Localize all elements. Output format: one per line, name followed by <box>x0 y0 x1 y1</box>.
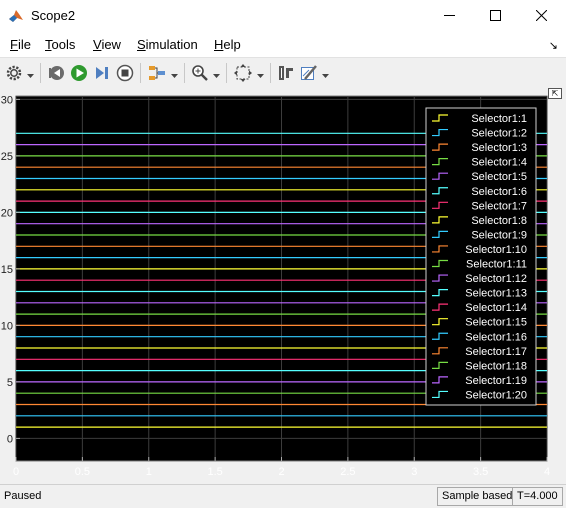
legend-entry-label: Selector1:16 <box>465 331 527 343</box>
legend-entry-label: Selector1:6 <box>471 186 527 198</box>
status-bar: Paused Sample based T=4.000 <box>0 484 566 508</box>
triggers-dropdown-chevron-down-icon[interactable] <box>171 68 178 78</box>
legend-entry-label: Selector1:11 <box>466 259 527 271</box>
x-tick-label: 3 <box>411 466 417 478</box>
window-title: Scope2 <box>31 8 76 23</box>
legend-entry-label: Selector1:3 <box>471 142 527 154</box>
settings-gear-icon[interactable] <box>5 64 23 82</box>
menu-simulation[interactable]: Simulation <box>137 37 198 52</box>
legend-entry-label: Selector1:15 <box>465 317 527 329</box>
run-icon[interactable] <box>70 64 88 82</box>
x-tick-label: 4 <box>544 466 550 478</box>
legend-entry-label: Selector1:5 <box>471 171 527 183</box>
signal-triggers-icon[interactable] <box>148 64 166 82</box>
menu-file-mnemonic: F <box>10 37 18 52</box>
legend-entry-label: Selector1:18 <box>465 360 527 372</box>
sample-mode-indicator: Sample based <box>437 487 518 506</box>
x-tick-label: 2.5 <box>340 466 355 478</box>
legend-entry-label: Selector1:20 <box>465 389 527 401</box>
legend-entry-label: Selector1:8 <box>471 215 527 227</box>
minimize-button[interactable] <box>426 0 472 33</box>
legend-entry-label: Selector1:1 <box>471 113 527 125</box>
matlab-logo-icon <box>8 8 24 24</box>
maximize-icon <box>489 9 501 24</box>
y-tick-label: 25 <box>1 151 13 163</box>
zoom-dropdown-chevron-down-icon[interactable] <box>213 68 220 78</box>
close-button[interactable] <box>518 0 564 33</box>
title-bar: Scope2 <box>0 0 566 33</box>
step-back-icon[interactable] <box>47 64 65 82</box>
menu-help-label: elp <box>223 37 241 52</box>
undock-arrow-icon[interactable]: ↘ <box>549 39 558 52</box>
toolbar <box>0 57 566 89</box>
x-tick-label: 3.5 <box>473 466 488 478</box>
scope-display: 0 0.5 1 1.5 2 2.5 3 3.5 4 0 5 10 15 20 25 30 Selector1:… <box>0 88 566 484</box>
x-tick-label: 1.5 <box>207 466 222 478</box>
menu-tools-label: ools <box>51 37 76 52</box>
toolbar-divider <box>140 63 141 83</box>
scope-plot[interactable]: 0 0.5 1 1.5 2 2.5 3 3.5 4 0 5 10 15 20 25 30 Selector1:… <box>0 88 566 484</box>
x-tick-label: 0.5 <box>75 466 90 478</box>
menu-file[interactable]: File <box>10 37 31 52</box>
menu-file-label: ile <box>17 37 31 52</box>
legend-entry-label: Selector1:7 <box>471 200 527 212</box>
y-tick-label: 20 <box>1 207 13 219</box>
x-tick-label: 1 <box>146 466 152 478</box>
simulation-status: Paused <box>4 490 42 502</box>
legend-entry-label: Selector1:19 <box>465 375 527 387</box>
style-edit-icon[interactable] <box>300 64 318 82</box>
menu-bar: File Tools View Simulation Help ↘ <box>0 33 566 57</box>
legend-entry-label: Selector1:9 <box>471 229 527 241</box>
restore-legend-button[interactable]: ⇱ <box>548 88 562 99</box>
toolbar-divider <box>226 63 227 83</box>
minimize-icon <box>443 10 455 24</box>
menu-view[interactable]: View <box>93 37 121 52</box>
toolbar-divider <box>184 63 185 83</box>
y-tick-label: 5 <box>7 377 13 389</box>
step-forward-icon[interactable] <box>93 64 111 82</box>
x-tick-label: 0 <box>13 466 19 478</box>
stop-icon[interactable] <box>116 64 134 82</box>
fit-to-view-icon[interactable] <box>234 64 252 82</box>
fit-dropdown-chevron-down-icon[interactable] <box>257 68 264 78</box>
legend-entry-label: Selector1:10 <box>465 244 527 256</box>
menu-help[interactable]: Help <box>214 37 241 52</box>
simulation-time: T=4.000 <box>512 487 563 506</box>
legend-entry-label: Selector1:14 <box>465 302 527 314</box>
y-tick-label: 10 <box>1 320 13 332</box>
legend-entry-label: Selector1:13 <box>465 288 527 300</box>
zoom-icon[interactable] <box>191 64 209 82</box>
settings-dropdown-chevron-down-icon[interactable] <box>27 68 34 78</box>
close-icon <box>535 9 547 24</box>
toolbar-divider <box>270 63 271 83</box>
x-tick-label: 2 <box>278 466 284 478</box>
menu-view-label: iew <box>101 37 121 52</box>
menu-tools[interactable]: Tools <box>45 37 75 52</box>
menu-simulation-mnemonic: S <box>137 37 146 52</box>
legend-entry-label: Selector1:17 <box>465 346 527 358</box>
legend-entry-label: Selector1:2 <box>471 128 527 140</box>
cursor-measurements-icon[interactable] <box>277 64 295 82</box>
menu-simulation-label: imulation <box>145 37 198 52</box>
maximize-button[interactable] <box>472 0 518 33</box>
y-tick-label: 30 <box>1 94 13 106</box>
y-tick-label: 0 <box>7 433 13 445</box>
legend-entry-label: Selector1:12 <box>465 273 527 285</box>
toolbar-divider <box>40 63 41 83</box>
y-tick-label: 15 <box>1 264 13 276</box>
style-dropdown-chevron-down-icon[interactable] <box>322 68 329 78</box>
legend-entry-label: Selector1:4 <box>471 157 527 169</box>
menu-help-mnemonic: H <box>214 37 224 52</box>
